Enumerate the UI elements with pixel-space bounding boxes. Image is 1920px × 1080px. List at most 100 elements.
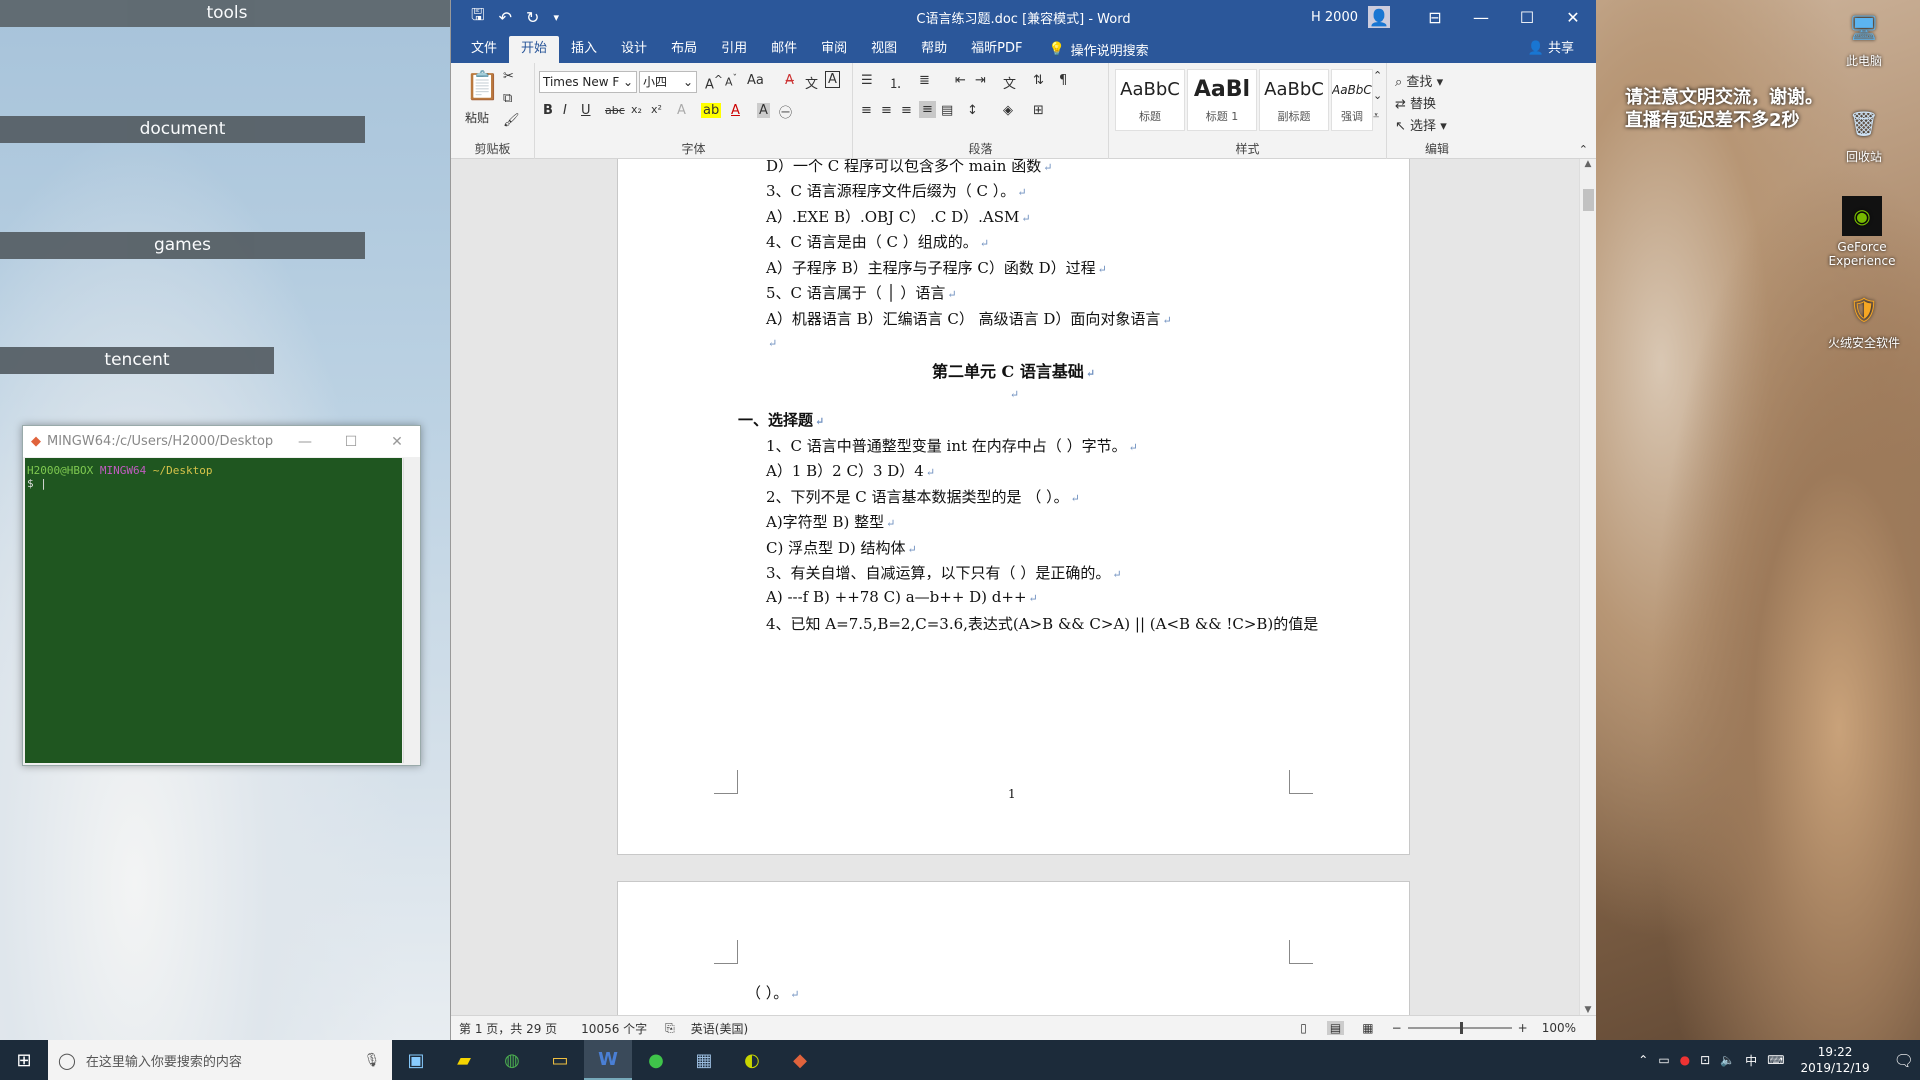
folder-games[interactable]: games <box>0 232 365 259</box>
word-icon[interactable]: W <box>584 1040 632 1080</box>
folder-document[interactable]: document <box>0 116 365 143</box>
tab-review[interactable]: 审阅 <box>809 36 859 63</box>
tab-layout[interactable]: 布局 <box>659 36 709 63</box>
calculator-icon[interactable]: ▦ <box>680 1040 728 1080</box>
text-effects-icon[interactable]: A <box>677 103 686 118</box>
tab-references[interactable]: 引用 <box>709 36 759 63</box>
replace-button[interactable]: ⇄ 替换 <box>1395 93 1436 112</box>
desktop-icon-recycle-bin[interactable]: 🗑 回收站 <box>1824 104 1904 165</box>
underline-icon[interactable]: U <box>581 103 591 118</box>
language-status[interactable]: 英语(美国) <box>691 1020 748 1037</box>
styles-scroll-up-icon[interactable]: ⌃ <box>1373 69 1382 82</box>
folder-icon[interactable]: ▭ <box>536 1040 584 1080</box>
font-size-select[interactable]: 小四 ⌄ <box>639 71 697 93</box>
scroll-thumb[interactable] <box>1583 189 1594 211</box>
document-page-2[interactable]: （ ）。 ↵ <box>617 881 1410 1015</box>
style-heading1[interactable]: AaBl 标题 1 <box>1187 69 1257 131</box>
maximize-button[interactable]: ☐ <box>328 434 374 450</box>
distributed-icon[interactable]: ▤ <box>941 103 953 118</box>
keyboard-icon[interactable]: ⌨ <box>1767 1053 1784 1067</box>
folder-tools[interactable]: tools <box>0 0 454 27</box>
paste-label[interactable]: 粘贴 <box>465 109 489 126</box>
network-icon[interactable]: ⊡ <box>1700 1053 1710 1067</box>
enclose-char-icon[interactable]: ㊀ <box>779 102 792 121</box>
terminal-window[interactable]: ◆ MINGW64:/c/Users/H2000/Desktop — ☐ ✕ H… <box>22 425 421 766</box>
usb-icon[interactable]: ▭ <box>1658 1053 1669 1067</box>
borders-icon[interactable]: ⊞ <box>1033 103 1044 118</box>
word-count[interactable]: 10056 个字 <box>581 1020 647 1037</box>
format-painter-icon[interactable]: 🖌 <box>503 113 520 128</box>
collapse-ribbon-icon[interactable]: ⌃ <box>1579 143 1588 156</box>
redo-icon[interactable]: ↻ <box>526 8 539 27</box>
shrink-font-icon[interactable]: Aˇ <box>725 73 737 89</box>
zoom-in-icon[interactable]: + <box>1518 1021 1528 1035</box>
phonetic-guide-icon[interactable]: 文 <box>805 73 818 92</box>
tab-file[interactable]: 文件 <box>459 36 509 63</box>
numbering-icon[interactable]: ⒈ <box>889 73 902 92</box>
italic-icon[interactable]: I <box>563 103 567 118</box>
chevron-up-icon[interactable]: ⌃ <box>1638 1053 1648 1067</box>
bold-icon[interactable]: B <box>543 103 553 118</box>
bullets-icon[interactable]: ☰ <box>861 73 873 88</box>
browser-icon[interactable]: ◐ <box>728 1040 776 1080</box>
folder-tencent[interactable]: tencent <box>0 347 274 374</box>
close-button[interactable]: ✕ <box>374 434 420 450</box>
char-shading-icon[interactable]: A <box>757 103 770 118</box>
avatar[interactable]: 👤 <box>1368 6 1390 28</box>
tab-insert[interactable]: 插入 <box>559 36 609 63</box>
find-button[interactable]: ⌕ 查找 ▾ <box>1395 71 1443 90</box>
page-count[interactable]: 第 1 页，共 29 页 <box>459 1020 557 1037</box>
sort-icon[interactable]: ⇅ <box>1033 73 1044 88</box>
terminal-titlebar[interactable]: ◆ MINGW64:/c/Users/H2000/Desktop — ☐ ✕ <box>23 426 420 457</box>
style-title[interactable]: AaBbC 标题 <box>1115 69 1185 131</box>
select-button[interactable]: ↖ 选择 ▾ <box>1395 115 1447 134</box>
volume-icon[interactable]: 🔈 <box>1720 1053 1735 1067</box>
app-tray-icon[interactable]: ● <box>1680 1053 1690 1067</box>
zoom-slider[interactable] <box>1407 1022 1512 1034</box>
show-marks-icon[interactable]: ¶ <box>1059 73 1067 88</box>
strikethrough-icon[interactable]: abc <box>605 104 625 117</box>
copy-icon[interactable]: ⧉ <box>503 91 512 106</box>
maximize-button[interactable]: ☐ <box>1504 8 1550 27</box>
zoom-slider-thumb[interactable] <box>1459 1022 1463 1034</box>
undo-icon[interactable]: ↶ <box>499 8 512 27</box>
justify-icon[interactable]: ≡ <box>919 101 936 118</box>
tab-view[interactable]: 视图 <box>859 36 909 63</box>
zoom-out-icon[interactable]: − <box>1392 1021 1402 1035</box>
tell-me-search[interactable]: 💡 操作说明搜索 <box>1034 36 1148 63</box>
tab-design[interactable]: 设计 <box>609 36 659 63</box>
print-layout-icon[interactable]: ▤ <box>1326 1021 1345 1035</box>
change-case-icon[interactable]: Aa <box>747 73 764 88</box>
user-name[interactable]: H 2000 <box>1311 10 1358 25</box>
scroll-up-icon[interactable]: ▲ <box>1580 159 1596 169</box>
align-center-icon[interactable]: ≡ <box>881 103 892 118</box>
chinese-layout-icon[interactable]: 文 <box>1003 73 1016 92</box>
styles-more-icon[interactable]: ⩡ <box>1373 109 1379 123</box>
superscript-icon[interactable]: x² <box>651 103 662 116</box>
tab-help[interactable]: 帮助 <box>909 36 959 63</box>
ribbon-display-icon[interactable]: ⊟ <box>1412 8 1458 27</box>
git-icon[interactable]: ◆ <box>776 1040 824 1080</box>
align-right-icon[interactable]: ≡ <box>901 103 912 118</box>
document-canvas[interactable]: D）一个 C 程序可以包含多个 main 函数 ↵ 3、C 语言源程序文件后缀为（ … <box>451 159 1580 1015</box>
minimize-button[interactable]: — <box>282 434 328 450</box>
task-view-icon[interactable]: ▣ <box>392 1040 440 1080</box>
minimize-button[interactable]: — <box>1458 8 1504 27</box>
multilevel-list-icon[interactable]: ≣ <box>919 73 930 88</box>
decrease-indent-icon[interactable]: ⇤ <box>955 73 966 88</box>
document-page-1[interactable]: D）一个 C 程序可以包含多个 main 函数 ↵ 3、C 语言源程序文件后缀为（ … <box>617 159 1410 855</box>
align-left-icon[interactable]: ≡ <box>861 103 872 118</box>
char-border-icon[interactable]: A <box>825 71 840 88</box>
styles-scroll-down-icon[interactable]: ⌄ <box>1373 89 1382 102</box>
zoom-level[interactable]: 100% <box>1542 1021 1576 1035</box>
shading-icon[interactable]: ◈ <box>1003 103 1013 118</box>
scroll-down-icon[interactable]: ▼ <box>1580 1005 1596 1015</box>
sticky-notes-icon[interactable]: ▰ <box>440 1040 488 1080</box>
font-name-select[interactable]: Times New F ⌄ <box>539 71 637 93</box>
tab-mailings[interactable]: 邮件 <box>759 36 809 63</box>
start-button[interactable]: ⊞ <box>0 1040 48 1080</box>
customize-qat-icon[interactable]: ▾ <box>553 11 559 24</box>
share-button[interactable]: 👤 共享 <box>1528 36 1596 63</box>
terminal-output[interactable]: H2000@HBOX MINGW64 ~/Desktop $ | <box>25 458 402 763</box>
tab-home[interactable]: 开始 <box>509 36 560 63</box>
